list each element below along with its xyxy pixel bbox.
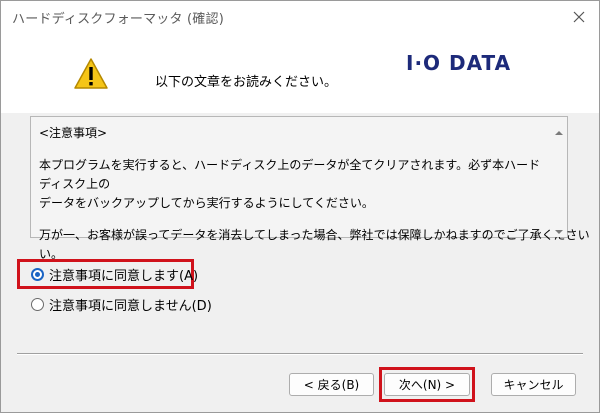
next-button[interactable]: 次へ(N) >: [384, 373, 470, 396]
agree-radio-button[interactable]: [31, 267, 44, 281]
warning-icon: [73, 57, 109, 90]
cancel-button[interactable]: キャンセル: [491, 373, 576, 396]
vertical-scrollbar[interactable]: [551, 117, 567, 237]
scroll-up-icon[interactable]: [554, 123, 564, 135]
notice-line: データをバックアップしてから実行するようにしてください。: [39, 196, 374, 210]
scroll-down-icon[interactable]: [554, 222, 564, 234]
agree-label: 注意事項に同意します(A): [49, 268, 199, 284]
disagree-label: 注意事項に同意しません(D): [49, 298, 212, 314]
divider: [17, 353, 583, 355]
agree-radio-option[interactable]: 注意事項に同意します(A): [31, 264, 198, 284]
title-bar[interactable]: ハードディスクフォーマッタ (確認): [1, 1, 599, 33]
iodata-logo: I·O DATA: [406, 51, 512, 75]
notice-line: 万が一、お客様が誤ってデータを消去してしまった場合、弊社では保障しかねますのでご…: [39, 228, 590, 242]
notice-content: <注意事項> 本プログラムを実行すると、ハードディスク上のデータが全てクリアされ…: [39, 124, 590, 264]
notice-line: 本プログラムを実行すると、ハードディスク上のデータが全てクリアされます。必ず本ハ…: [39, 158, 541, 191]
window-title: ハードディスクフォーマッタ (確認): [12, 12, 224, 27]
close-icon[interactable]: [569, 7, 589, 27]
instruction-text: 以下の文章をお読みください。: [155, 75, 338, 90]
disagree-radio-button[interactable]: [31, 297, 44, 311]
notice-textbox[interactable]: <注意事項> 本プログラムを実行すると、ハードディスク上のデータが全てクリアされ…: [30, 116, 590, 261]
dialog-window: ハードディスクフォーマッタ (確認) 以下の文章をお読みください。 I·O DA…: [0, 0, 600, 413]
notice-heading: <注意事項>: [39, 126, 108, 140]
disagree-radio-option[interactable]: 注意事項に同意しません(D): [31, 294, 212, 314]
back-button[interactable]: < 戻る(B): [289, 373, 374, 396]
